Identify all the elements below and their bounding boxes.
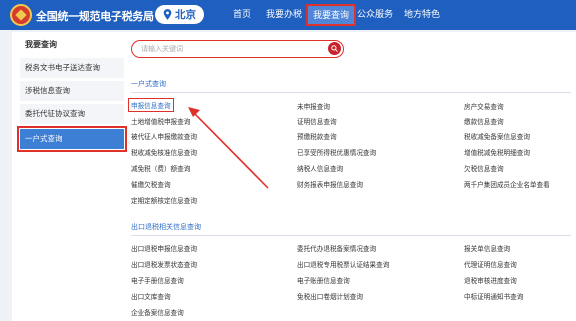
- link-export-library-query[interactable]: 出口文库查询: [131, 291, 171, 301]
- sidebar-title: 我要查询: [25, 40, 57, 49]
- link-declaration-info-query[interactable]: 申报信息查询: [128, 98, 174, 112]
- link-rebate-receipt-certification-query[interactable]: 出口退税专用税票认证结果查询: [297, 259, 389, 269]
- sidebar-item-tax-info[interactable]: 涉税信息查询: [20, 81, 124, 101]
- link-vat-relief-detail-query[interactable]: 增值税减免税明细查询: [464, 147, 530, 157]
- link-bid-notice-query[interactable]: 中标证明通知书查询: [464, 291, 523, 301]
- link-property-transaction-query[interactable]: 房产交易查询: [464, 101, 504, 111]
- nav-tax-handling[interactable]: 我要办税: [266, 0, 302, 30]
- sidebar-item-document-delivery[interactable]: 税务文书电子送达查询: [20, 58, 124, 78]
- link-e-ledger-query[interactable]: 电子账册信息查询: [297, 275, 350, 285]
- nav-query[interactable]: 我要查询: [306, 4, 357, 26]
- search-button[interactable]: [328, 42, 341, 55]
- section-title-one-stop: 一户式查询: [131, 80, 166, 88]
- link-agent-certificate-query[interactable]: 代理证明信息查询: [464, 259, 517, 269]
- link-customs-declaration-query[interactable]: 报关单信息查询: [464, 243, 510, 253]
- link-certificate-info-query[interactable]: 证明信息查询: [297, 116, 337, 126]
- nav-public-service[interactable]: 公众服务: [357, 0, 393, 30]
- top-header: 全国统一规范电子税务局 北京 首页 我要办税 我要查询 公众服务 地方特色: [0, 0, 576, 30]
- nav-home[interactable]: 首页: [233, 0, 251, 30]
- link-relief-amount-query[interactable]: 减免税（费）额查询: [131, 163, 190, 173]
- link-income-tax-preference-query[interactable]: 已享受所得税优惠情况查询: [297, 147, 376, 157]
- search-input[interactable]: [132, 41, 322, 56]
- main-panel: 我要查询 税务文书电子送达查询 涉税信息查询 委托代征协议查询 一户式查询 一户…: [12, 32, 576, 321]
- link-fixed-quota-query[interactable]: 定期定额核定信息查询: [131, 195, 197, 205]
- link-rebate-agency-filing-query[interactable]: 委托代办退税备案情况查询: [297, 243, 376, 253]
- link-undeclared-query[interactable]: 未申报查询: [297, 101, 330, 111]
- section-title-export-rebate: 出口退税相关信息查询: [131, 223, 201, 231]
- link-enterprise-filing-query[interactable]: 企业备案信息查询: [131, 307, 184, 317]
- tax-emblem-icon: [10, 4, 32, 26]
- link-tax-arrears-info-query[interactable]: 欠税信息查询: [464, 163, 504, 173]
- search-icon: [331, 45, 338, 52]
- link-payment-info-query[interactable]: 缴款信息查询: [464, 116, 504, 126]
- link-tax-relief-approval-query[interactable]: 税收减免核准信息查询: [131, 147, 197, 157]
- sidebar-item-agency-agreement[interactable]: 委托代征协议查询: [20, 104, 124, 124]
- link-tax-relief-filing-query[interactable]: 税收减免备案信息查询: [464, 131, 530, 141]
- link-land-vat-declaration-query[interactable]: 土地增值税申报查询: [131, 116, 190, 126]
- link-taxpayer-info-query[interactable]: 纳税人信息查询: [297, 163, 343, 173]
- section-divider: [131, 235, 571, 236]
- link-rebate-review-progress-query[interactable]: 退税审核进度查询: [464, 275, 517, 285]
- sidebar: 我要查询 税务文书电子送达查询 涉税信息查询 委托代征协议查询 一户式查询: [17, 32, 127, 152]
- link-e-manual-query[interactable]: 电子手册信息查询: [131, 275, 184, 285]
- link-prepaid-tax-query[interactable]: 预缴税款查询: [297, 131, 337, 141]
- site-title[interactable]: 全国统一规范电子税务局: [36, 8, 154, 24]
- link-group-members-list[interactable]: 两千户集团成员企业名单查看: [464, 179, 550, 189]
- link-arrears-reminder-query[interactable]: 催缴欠税查询: [131, 179, 171, 189]
- location-selector[interactable]: 北京: [155, 5, 204, 24]
- sidebar-item-one-stop-query[interactable]: 一户式查询: [17, 126, 127, 152]
- link-export-rebate-declaration-query[interactable]: 出口退税申报信息查询: [131, 243, 197, 253]
- section-divider: [131, 92, 571, 93]
- link-duty-free-cigarette-plan-query[interactable]: 免税出口卷烟计划查询: [297, 291, 363, 301]
- link-rebate-invoice-status-query[interactable]: 出口退税发票状态查询: [131, 259, 197, 269]
- link-agent-payment-query[interactable]: 被代征人申报缴款查询: [131, 131, 197, 141]
- location-pin-icon: [163, 9, 172, 20]
- location-label: 北京: [175, 9, 196, 21]
- nav-local-features[interactable]: 地方特色: [404, 0, 440, 30]
- search-box: [131, 40, 344, 58]
- link-financial-statement-query[interactable]: 财务报表申报信息查询: [297, 179, 363, 189]
